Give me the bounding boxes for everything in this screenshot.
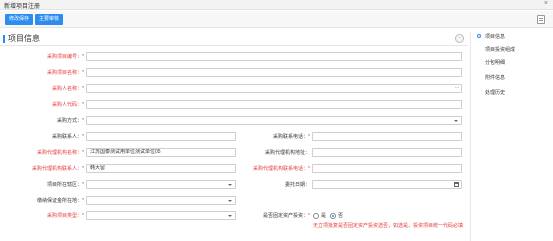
fixed-asset-yes-radio[interactable] (313, 213, 319, 219)
agency-address-input[interactable] (312, 148, 462, 157)
fixed-asset-label: 是否固定资产投资：* (263, 213, 310, 219)
nav-item-attachments[interactable]: 附件信息 (485, 74, 505, 81)
agency-name-input[interactable]: 江苏国泰测试用单位测试单位05 (86, 148, 236, 157)
contact-person-input[interactable] (86, 132, 236, 141)
section-header: 项目信息 (0, 32, 468, 46)
section-accent-bar (3, 35, 5, 43)
fixed-asset-yes-label: 是 (321, 213, 327, 219)
collapse-icon[interactable]: - (455, 34, 464, 43)
project-code-input[interactable] (86, 52, 462, 61)
section-nav: 项目信息 项目投资组成 分包明细 附件信息 处理历史 (470, 32, 553, 241)
purchaser-code-input[interactable] (86, 100, 462, 109)
nav-item-project-info[interactable]: 项目信息 (485, 33, 505, 40)
purchaser-name-input[interactable]: ... (86, 84, 462, 93)
commission-date-input[interactable] (312, 180, 462, 189)
window-titlebar: 新增项目注册 × (0, 0, 553, 10)
agency-contact-input[interactable]: 韩大留 (86, 164, 236, 173)
active-marker-icon (477, 34, 481, 38)
chevron-down-icon (228, 184, 232, 186)
project-region-select[interactable] (86, 180, 236, 189)
fixed-asset-hint: 无立项批复是否固定资产投资选否，如选是，投资项目统一代码必填 (313, 223, 464, 229)
project-name-label: 采购项目名称：* (47, 70, 84, 76)
nav-item-history[interactable]: 处理历史 (485, 89, 505, 96)
calendar-icon[interactable] (454, 182, 459, 187)
project-type-label: 采购项目类型：* (47, 213, 84, 219)
fixed-asset-no-radio[interactable] (330, 213, 336, 219)
nav-item-investment[interactable]: 项目投资组成 (485, 46, 515, 53)
agency-name-label: 采购代理机构名称：* (37, 150, 84, 156)
section-title: 项目信息 (8, 34, 40, 43)
export-file-icon[interactable] (537, 15, 545, 24)
agency-phone-input[interactable] (312, 164, 462, 173)
toolbar: 修改保存 主要审核 (0, 11, 553, 28)
deposit-province-select[interactable] (86, 196, 236, 205)
contact-phone-label: 采购联系电话：* (273, 134, 310, 140)
agency-address-label: 采购代理机构地址： (264, 150, 310, 156)
chevron-down-icon (228, 200, 232, 202)
project-code-label: 采购项目编号：* (47, 54, 84, 60)
project-region-label: 项目所在辖区：* (47, 182, 84, 188)
purchaser-code-label: 采购人代码：* (52, 102, 84, 108)
fixed-asset-no-label: 否 (338, 213, 344, 219)
chevron-down-icon (454, 120, 458, 122)
deposit-province-label: 缴纳保证金所在地：* (37, 198, 84, 204)
purchase-method-select[interactable] (86, 116, 462, 125)
agency-contact-label: 采购代理机构联系人：* (32, 166, 84, 172)
chevron-down-icon (228, 215, 232, 217)
agency-phone-label: 采购代理机构联系电话：* (253, 166, 310, 172)
window-title: 新增项目注册 (4, 4, 41, 10)
project-name-input[interactable] (86, 68, 462, 77)
save-button[interactable]: 修改保存 (5, 14, 34, 25)
close-icon[interactable]: × (544, 0, 548, 7)
contact-phone-input[interactable] (312, 132, 462, 141)
nav-item-lots[interactable]: 分包明细 (485, 59, 505, 66)
submit-review-button[interactable]: 主要审核 (35, 14, 64, 25)
project-type-select[interactable] (86, 211, 236, 220)
purchaser-name-label: 采购人名称：* (52, 86, 84, 92)
purchase-method-label: 采购方式：* (57, 118, 84, 124)
lookup-ellipsis-icon[interactable]: ... (455, 85, 459, 91)
commission-date-label: 委托日期： (284, 182, 310, 188)
contact-person-label: 采购联系人：* (52, 134, 84, 140)
